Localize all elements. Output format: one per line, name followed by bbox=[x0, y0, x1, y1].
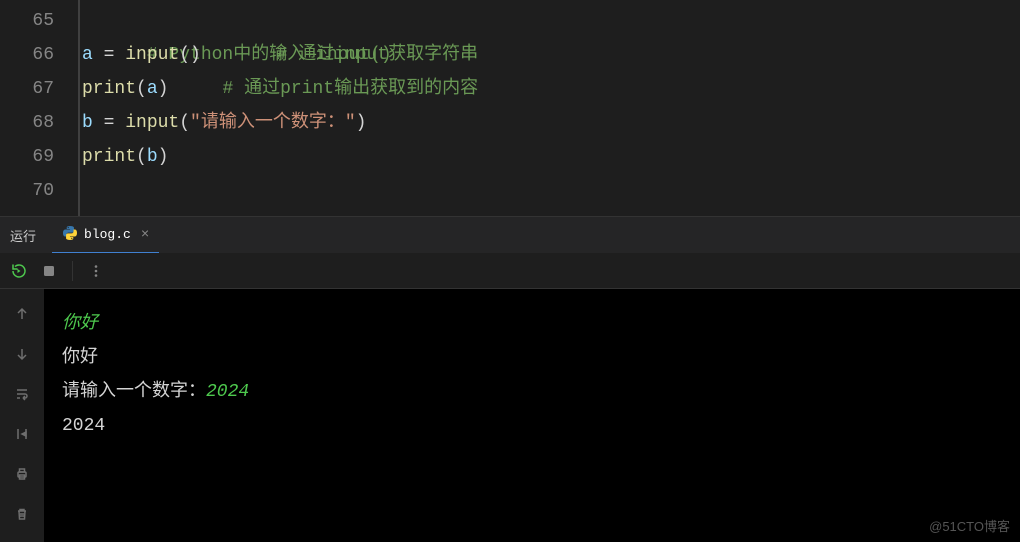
terminal-output[interactable]: 你好 你好 请输入一个数字：2024 2024 bbox=[44, 289, 1020, 542]
panel-tab-bar: 运行 blog.c × bbox=[0, 217, 1020, 253]
run-tab[interactable]: blog.c × bbox=[52, 217, 159, 253]
user-input: 你好 bbox=[62, 314, 98, 334]
run-panel: 运行 blog.c × 你好 你 bbox=[0, 216, 1020, 541]
scroll-end-icon[interactable] bbox=[9, 421, 35, 447]
code-line: print(b) bbox=[78, 140, 1020, 174]
prompt-text: 请输入一个数字： bbox=[62, 382, 206, 402]
variable: a bbox=[82, 45, 93, 65]
program-output: 2024 bbox=[62, 416, 105, 436]
panel-title: 运行 bbox=[10, 226, 36, 245]
line-number: 66 bbox=[0, 38, 54, 72]
python-icon bbox=[62, 225, 78, 245]
trash-icon[interactable] bbox=[9, 501, 35, 527]
arrow-up-icon[interactable] bbox=[9, 301, 35, 327]
variable: b bbox=[82, 113, 93, 133]
comment-text: # 通过input获取字符串 bbox=[276, 45, 478, 65]
wrap-icon[interactable] bbox=[9, 381, 35, 407]
close-icon[interactable]: × bbox=[141, 227, 149, 243]
separator bbox=[72, 261, 73, 281]
code-line: # Python中的输入—input() bbox=[78, 4, 1020, 38]
function-call: print bbox=[82, 79, 136, 99]
line-number: 69 bbox=[0, 140, 54, 174]
code-line: print(a) # 通过print输出获取到的内容 bbox=[78, 72, 1020, 106]
code-editor[interactable]: 65 66 67 68 69 70 # Python中的输入—input() a… bbox=[0, 0, 1020, 216]
print-icon[interactable] bbox=[9, 461, 35, 487]
code-line: b = input("请输入一个数字：") bbox=[78, 106, 1020, 140]
program-output: 你好 bbox=[62, 348, 98, 368]
code-content[interactable]: # Python中的输入—input() a = input() # 通过inp… bbox=[78, 0, 1020, 216]
watermark: @51CTO博客 bbox=[929, 516, 1010, 535]
string-literal: "请输入一个数字：" bbox=[190, 113, 356, 133]
user-input: 2024 bbox=[206, 382, 249, 402]
code-line bbox=[78, 174, 1020, 208]
comment-text: # 通过print输出获取到的内容 bbox=[222, 79, 478, 99]
arrow-down-icon[interactable] bbox=[9, 341, 35, 367]
line-number: 65 bbox=[0, 4, 54, 38]
line-number-gutter: 65 66 67 68 69 70 bbox=[0, 0, 78, 216]
stop-button[interactable] bbox=[36, 258, 62, 284]
function-call: input bbox=[125, 45, 179, 65]
rerun-button[interactable] bbox=[6, 258, 32, 284]
code-line: a = input() # 通过input获取字符串 bbox=[78, 38, 1020, 72]
function-call: input bbox=[125, 113, 179, 133]
line-number: 67 bbox=[0, 72, 54, 106]
function-call: print bbox=[82, 147, 136, 167]
terminal-gutter bbox=[0, 289, 44, 542]
run-toolbar bbox=[0, 253, 1020, 289]
more-icon[interactable] bbox=[83, 258, 109, 284]
line-number: 70 bbox=[0, 174, 54, 208]
tab-label: blog.c bbox=[84, 227, 131, 242]
line-number: 68 bbox=[0, 106, 54, 140]
